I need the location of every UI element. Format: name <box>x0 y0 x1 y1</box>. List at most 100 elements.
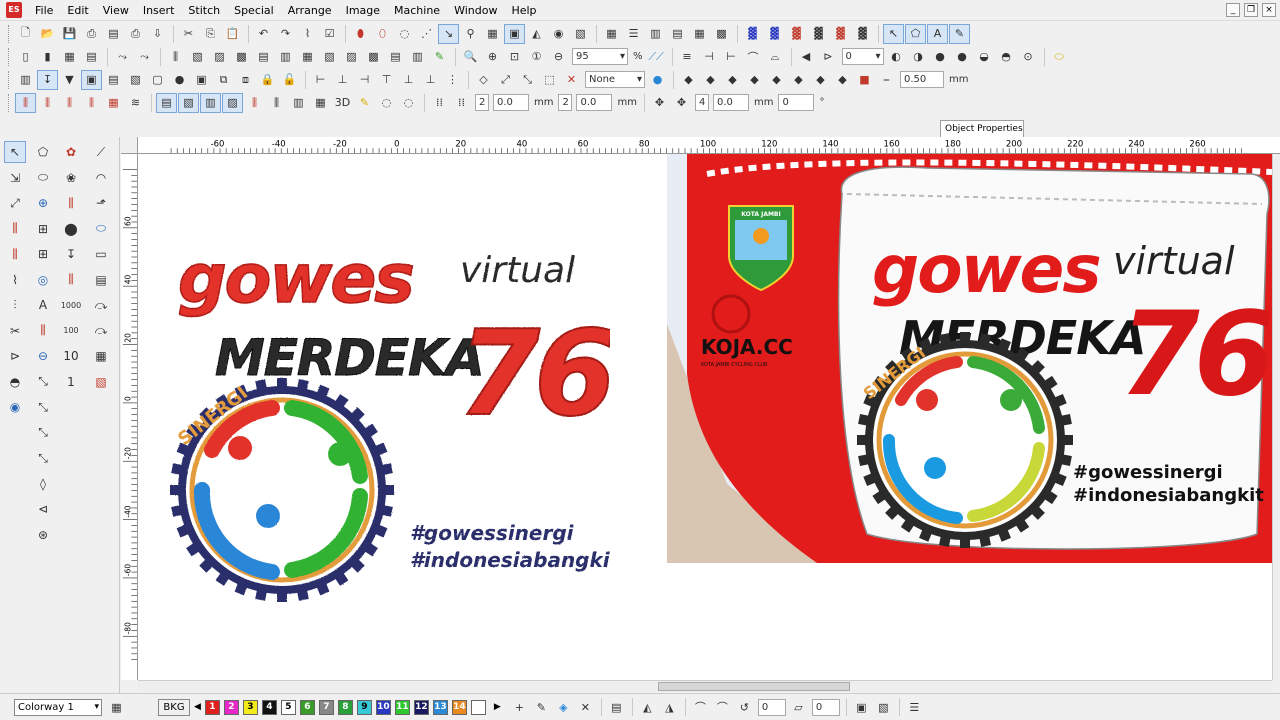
effect-11-icon[interactable]: ◌ <box>398 93 419 113</box>
rectangle-tool-icon[interactable]: ▭ <box>90 243 112 265</box>
outline-1-icon[interactable]: ◆ <box>678 70 699 90</box>
menu-machine[interactable]: Machine <box>387 0 447 21</box>
align-middle-icon[interactable]: ⊥ <box>398 70 419 90</box>
align-right-icon[interactable]: ⊣ <box>354 70 375 90</box>
column-tool-icon[interactable]: ⫼ <box>4 243 26 265</box>
stitch-type-4-icon[interactable]: ▓ <box>808 24 829 44</box>
zoom-box-icon[interactable]: 🔍 <box>460 47 481 67</box>
stitch-type-2-icon[interactable]: ▓ <box>764 24 785 44</box>
outline-8-icon[interactable]: ◆ <box>832 70 853 90</box>
spin-c-val-field[interactable]: 0.0 <box>712 94 749 111</box>
stitch-f-icon[interactable]: ≋ <box>125 93 146 113</box>
curve-tool-icon[interactable]: ⤼ <box>90 294 112 316</box>
arrange-9-icon[interactable]: ▣ <box>191 70 212 90</box>
ring-tool-icon[interactable]: ◉ <box>4 396 26 418</box>
connector-c-tool-icon[interactable]: ⤡ <box>32 422 54 444</box>
bkg-button[interactable]: BKG <box>158 698 190 716</box>
curve-b-tool-icon[interactable]: ⤼ <box>90 320 112 342</box>
arrange-10-icon[interactable]: ⧉ <box>213 70 234 90</box>
effect-1-icon[interactable]: ▤ <box>156 92 177 113</box>
restore-icon[interactable]: ❐ <box>1244 3 1258 17</box>
close-icon[interactable]: × <box>1262 3 1276 17</box>
app-logo-icon[interactable]: ES <box>6 2 22 18</box>
menu-view[interactable]: View <box>96 0 136 21</box>
minimize-icon[interactable]: _ <box>1226 3 1240 17</box>
menu-special[interactable]: Special <box>227 0 281 21</box>
kernel-tool-icon[interactable]: ⊳ <box>4 345 26 367</box>
zoom-1to1-icon[interactable]: ① <box>526 47 547 67</box>
templates-icon[interactable]: ▦ <box>689 24 710 44</box>
globe-tool-icon[interactable]: ◎ <box>32 269 54 291</box>
effect-2-icon[interactable]: ▧ <box>178 92 199 113</box>
fill-tool-icon[interactable]: ⫼ <box>60 269 82 291</box>
input-d-icon[interactable]: ▤ <box>81 47 102 67</box>
effect-5-icon[interactable]: ⫼ <box>244 93 265 113</box>
thread-swatch[interactable]: 5 <box>280 699 296 715</box>
zoom-out-icon[interactable]: ⊖ <box>548 47 569 67</box>
stitch-a-icon[interactable]: ⫼ <box>15 92 36 113</box>
thread-swatch[interactable]: 4 <box>261 699 277 715</box>
array-1-icon[interactable]: ⁞⁞ <box>429 93 450 113</box>
print-design-icon[interactable]: ▣ <box>851 697 872 717</box>
design-canvas[interactable]: gowes virtual MERDEKA 76 SINERGI #gowess… <box>138 154 1272 680</box>
spin-b-field[interactable]: 2 <box>558 94 573 111</box>
show-appliqué-icon[interactable]: ▧ <box>570 24 591 44</box>
notes-icon[interactable]: ☰ <box>904 697 925 717</box>
arc-left-icon[interactable]: ⌒ <box>690 697 711 717</box>
show-stitches-icon[interactable]: ⬮ <box>350 24 371 44</box>
stitch-type-5-icon[interactable]: ▓ <box>830 24 851 44</box>
fill-icon-13[interactable]: ✎ <box>429 47 450 67</box>
node-tool-icon[interactable]: ◊ <box>32 473 54 495</box>
zoom-fit-icon[interactable]: ⊡ <box>504 47 525 67</box>
stitch-tool-icon[interactable]: ⫼ <box>4 218 26 240</box>
align-1-icon[interactable]: ≡ <box>677 47 698 67</box>
grid-tool-icon[interactable]: ⊞ <box>32 218 54 240</box>
toolbar-grip[interactable] <box>8 47 11 66</box>
effect-3-icon[interactable]: ▥ <box>200 92 221 113</box>
ellipse-tool-icon[interactable]: ⬭ <box>90 218 112 240</box>
shape-5-icon[interactable]: ◒ <box>974 47 995 67</box>
mirror-v-icon[interactable]: ◮ <box>659 697 680 717</box>
satin-tool-icon[interactable]: ⫼ <box>60 192 82 214</box>
outline-3-icon[interactable]: ◆ <box>722 70 743 90</box>
effect-9-icon[interactable]: ✎ <box>354 93 375 113</box>
arrange-11-icon[interactable]: ⧈ <box>235 70 256 90</box>
satin-icon[interactable]: ⫼ <box>165 47 186 67</box>
fill-icon-9[interactable]: ▨ <box>341 47 362 67</box>
input-c-icon[interactable]: ▦ <box>59 47 80 67</box>
stitch-b-icon[interactable]: ⫼ <box>37 93 58 113</box>
print-preview-icon[interactable]: ▤ <box>103 24 124 44</box>
effect-6-icon[interactable]: ⫼ <box>266 93 287 113</box>
run-tool-icon[interactable]: ⟋ <box>90 141 112 163</box>
ten-tool-icon[interactable]: 10 <box>60 345 82 367</box>
show-objects-icon[interactable]: ◌ <box>394 24 415 44</box>
monogram-tool-icon[interactable]: ✎ <box>949 23 970 44</box>
menu-stitch[interactable]: Stitch <box>181 0 227 21</box>
thread-swatch[interactable]: 8 <box>337 699 353 715</box>
spread-tool-icon[interactable]: ⫶ <box>4 294 26 316</box>
angle-combo[interactable]: 0 ▾ <box>841 48 884 65</box>
effect-8-icon[interactable]: ▦ <box>310 93 331 113</box>
cut-icon[interactable]: ✂ <box>178 24 199 44</box>
color-film-icon[interactable]: ▥ <box>645 24 666 44</box>
grid-icon[interactable]: ▦ <box>482 24 503 44</box>
palette-right-arrow-icon[interactable]: ▶ <box>494 702 501 712</box>
align-3-icon[interactable]: ⊢ <box>721 47 742 67</box>
connector-d-tool-icon[interactable]: ⤡ <box>32 447 54 469</box>
embroidery-design[interactable]: gowes virtual MERDEKA 76 SINERGI #gowess… <box>170 242 610 602</box>
triple-run-icon[interactable]: ⤳ <box>134 47 155 67</box>
arrange-1-icon[interactable]: ▥ <box>15 70 36 90</box>
scissors-tool-icon[interactable]: ✂ <box>4 320 26 342</box>
pick-color-icon[interactable]: ✎ <box>531 697 552 717</box>
thread-swatch[interactable]: 9 <box>356 699 372 715</box>
stitch-d-icon[interactable]: ⫼ <box>81 93 102 113</box>
stitch-list-icon[interactable]: ☰ <box>623 24 644 44</box>
one-tool-icon[interactable]: 1 <box>60 371 82 393</box>
thread-swatch[interactable]: 12 <box>413 699 429 715</box>
menu-insert[interactable]: Insert <box>136 0 182 21</box>
input-b-icon[interactable]: ▮ <box>37 47 58 67</box>
fan-tool-icon[interactable]: ◓ <box>4 371 26 393</box>
copy-icon[interactable]: ⎘ <box>200 24 221 44</box>
outline-7-icon[interactable]: ◆ <box>810 70 831 90</box>
edit-color-icon[interactable]: ◈ <box>553 697 574 717</box>
